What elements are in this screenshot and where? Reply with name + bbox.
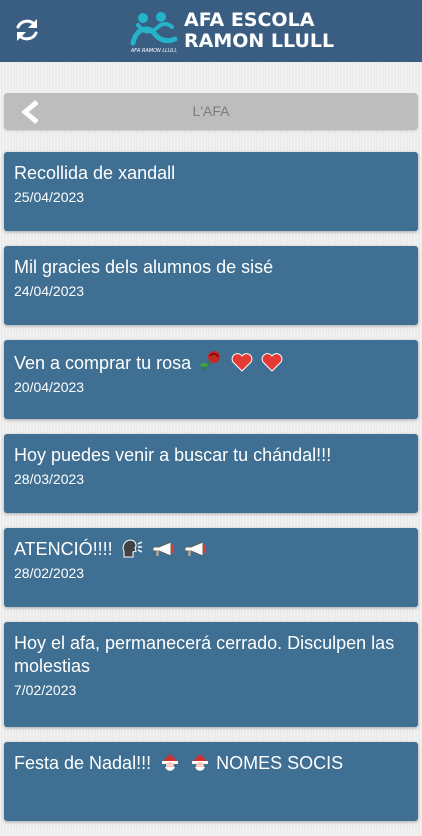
section-bar: L'AFA bbox=[4, 93, 418, 130]
news-title: Ven a comprar tu rosa bbox=[14, 353, 192, 373]
refresh-icon[interactable] bbox=[13, 16, 41, 44]
news-title-row: ATENCIÓ!!!! bbox=[14, 538, 408, 561]
news-item[interactable]: Mil gracies dels alumnos de sisé 24/04/2… bbox=[4, 246, 418, 325]
santa-icon bbox=[192, 754, 209, 771]
news-item[interactable]: Recollida de xandall 25/04/2023 bbox=[4, 152, 418, 231]
heart-icon bbox=[231, 353, 253, 372]
app-brand: AFA ESCOLA RAMON LLULL bbox=[184, 10, 334, 52]
news-title: Mil gracies dels alumnos de sisé bbox=[14, 257, 274, 277]
rose-icon bbox=[200, 351, 221, 371]
news-title: ATENCIÓ!!!! bbox=[14, 539, 113, 559]
news-date: 28/03/2023 bbox=[14, 471, 85, 487]
megaphone-icon bbox=[152, 541, 174, 557]
news-item[interactable]: ATENCIÓ!!!! 28/02/2023 bbox=[4, 528, 418, 607]
news-title-suffix: NOMES SOCIS bbox=[216, 753, 344, 773]
news-title: Hoy el afa, permanecerá cerrado. Disculp… bbox=[14, 633, 395, 676]
afa-logo: AFA RAMON LLULL bbox=[130, 12, 178, 54]
news-item[interactable]: Ven a comprar tu rosa 20/04/2023 bbox=[4, 340, 418, 419]
news-item[interactable]: Hoy puedes venir a buscar tu chándal!!! … bbox=[4, 434, 418, 513]
news-title: Recollida de xandall bbox=[14, 163, 176, 183]
news-date: 24/04/2023 bbox=[14, 283, 85, 299]
brand-line-1: AFA ESCOLA bbox=[184, 9, 315, 31]
news-date: 7/02/2023 bbox=[14, 682, 77, 698]
santa-icon bbox=[162, 754, 179, 771]
news-date: 28/02/2023 bbox=[14, 565, 85, 581]
news-list: Recollida de xandall 25/04/2023 Mil grac… bbox=[4, 152, 418, 836]
app-header: AFA RAMON LLULL AFA ESCOLA RAMON LLULL bbox=[0, 0, 422, 62]
news-date: 25/04/2023 bbox=[14, 189, 85, 205]
section-title: L'AFA bbox=[192, 103, 230, 119]
news-title: Hoy puedes venir a buscar tu chándal!!! bbox=[14, 445, 332, 465]
logo-caption: AFA RAMON LLULL bbox=[130, 48, 178, 54]
heart-icon bbox=[261, 353, 283, 372]
news-date: 20/04/2023 bbox=[14, 379, 85, 395]
news-title-row: Festa de Nadal!!! NOMES SOCIS bbox=[14, 752, 408, 775]
speaking-head-icon bbox=[122, 539, 143, 558]
news-item[interactable]: Festa de Nadal!!! NOMES SOCIS bbox=[4, 742, 418, 821]
news-item[interactable]: Hoy el afa, permanecerá cerrado. Disculp… bbox=[4, 622, 418, 727]
news-title-row: Ven a comprar tu rosa bbox=[14, 350, 408, 375]
brand-line-2: RAMON LLULL bbox=[184, 30, 335, 52]
news-title: Festa de Nadal!!! bbox=[14, 753, 152, 773]
megaphone-icon bbox=[184, 541, 206, 557]
